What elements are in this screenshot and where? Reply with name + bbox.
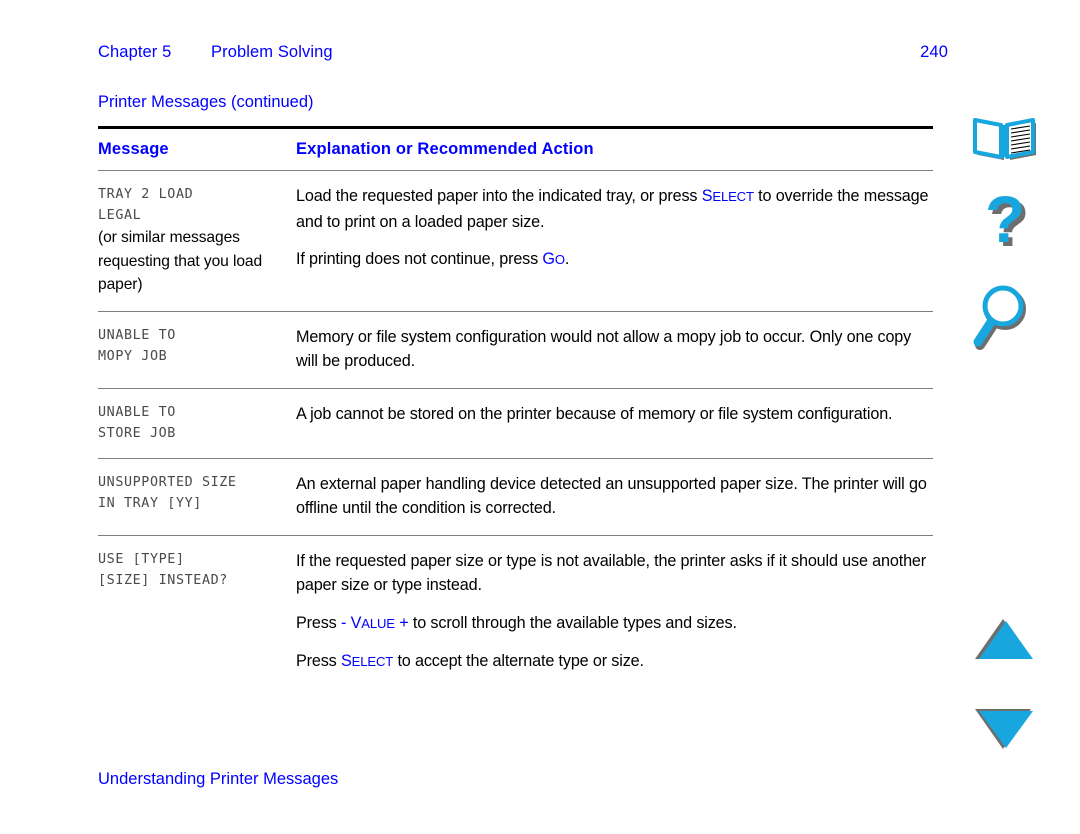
message-note-text: (or similar messages requesting that you… [98,229,263,293]
explanation-paragraph: A job cannot be stored on the printer be… [296,404,893,423]
navigation-rail: ? ? [955,0,1065,834]
table-body: TRAY 2 LOAD LEGAL (or similar messages re… [98,171,933,689]
table-row: TRAY 2 LOAD LEGAL (or similar messages re… [98,171,933,311]
control-panel-message-text: UNABLE TO MOPY JOB [98,327,176,364]
search-magnifier-icon[interactable] [969,283,1035,353]
table-row: USE [TYPE] [SIZE] INSTEAD? If the request… [98,536,933,689]
next-page-down-arrow-icon[interactable] [973,705,1037,753]
previous-page-up-arrow-icon[interactable] [973,615,1037,663]
explanation-paragraph: Memory or file system configuration woul… [296,327,912,371]
svg-text:?: ? [985,190,1025,256]
control-panel-key-name: SELECT [340,652,394,670]
explanation-paragraph: If printing does not continue, press GO. [296,250,570,268]
message-cell: UNSUPPORTED SIZE IN TRAY [YY] [98,472,296,514]
table-row: UNSUPPORTED SIZE IN TRAY [YY] An external… [98,459,933,535]
help-question-icon[interactable]: ? ? [977,190,1037,268]
explanation-cell: Load the requested paper into the indica… [296,184,933,273]
running-head: Chapter 5 Problem Solving 240 [98,43,948,69]
chapter-title: Problem Solving [211,43,333,61]
explanation-paragraph: Load the requested paper into the indica… [296,187,929,231]
control-panel-message-text: USE [TYPE] [SIZE] INSTEAD? [98,551,228,588]
chapter-number: Chapter 5 [98,43,172,61]
footer-section-title: Understanding Printer Messages [98,770,339,788]
message-cell: USE [TYPE] [SIZE] INSTEAD? [98,549,296,591]
printer-messages-table: Message Explanation or Recommended Actio… [98,126,933,689]
control-panel-key-name: SELECT [701,187,754,205]
table-caption: Printer Messages (continued) [98,93,314,111]
table-header-row: Message Explanation or Recommended Actio… [98,129,933,170]
message-cell: TRAY 2 LOAD LEGAL (or similar messages re… [98,184,296,297]
manual-page: Chapter 5 Problem Solving 240 Printer Me… [0,0,1080,834]
table-row: UNABLE TO STORE JOB A job cannot be store… [98,389,933,458]
explanation-cell: A job cannot be stored on the printer be… [296,402,933,427]
explanation-paragraph: Press - VALUE + to scroll through the av… [296,613,737,632]
control-panel-key-symbol: - [340,613,347,632]
table-row: UNABLE TO MOPY JOB Memory or file system … [98,312,933,388]
explanation-cell: If the requested paper size or type is n… [296,549,933,675]
contents-book-icon[interactable] [971,116,1043,166]
explanation-paragraph: An external paper handling device detect… [296,474,927,518]
explanation-paragraph: If the requested paper size or type is n… [296,551,927,595]
control-panel-message-text: UNABLE TO STORE JOB [98,404,176,441]
control-panel-message-text: TRAY 2 LOAD LEGAL [98,187,194,223]
explanation-cell: Memory or file system configuration woul… [296,325,933,374]
control-panel-key-name: VALUE [350,613,395,632]
message-cell: UNABLE TO STORE JOB [98,402,296,444]
page-number: 240 [920,43,948,61]
message-cell: UNABLE TO MOPY JOB [98,325,296,367]
column-header-explanation: Explanation or Recommended Action [296,140,594,158]
explanation-paragraph: Press SELECT to accept the alternate typ… [296,652,644,670]
control-panel-key-name: GO [542,250,565,268]
column-header-message: Message [98,140,169,158]
control-panel-key-symbol: + [399,613,409,632]
control-panel-message-text: UNSUPPORTED SIZE IN TRAY [YY] [98,474,237,511]
explanation-cell: An external paper handling device detect… [296,472,933,521]
